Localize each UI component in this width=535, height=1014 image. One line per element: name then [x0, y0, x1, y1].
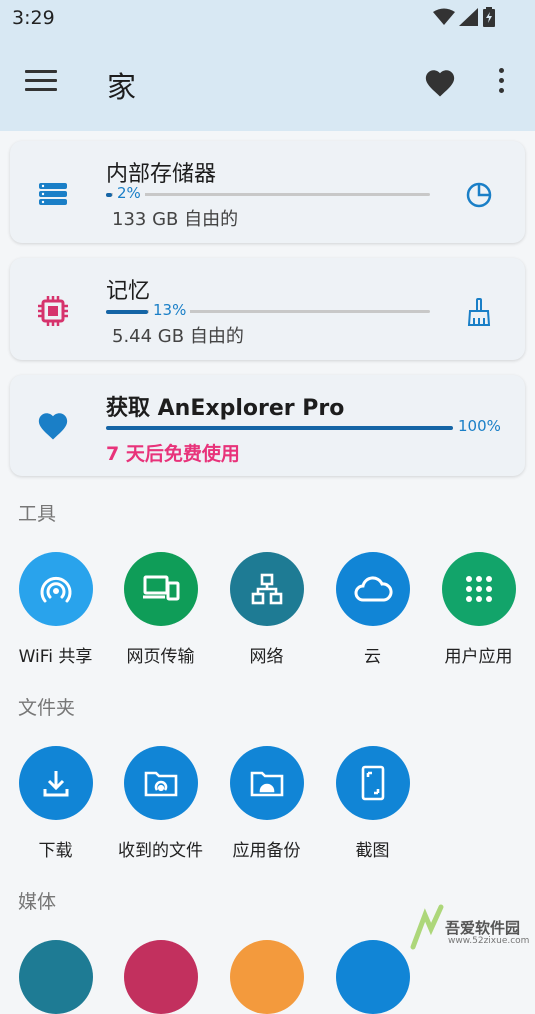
status-time: 3:29 — [12, 7, 55, 29]
pro-trial-text: 7 天后免费使用 — [106, 443, 240, 465]
folder-app-backup[interactable]: 应用备份 — [214, 746, 319, 861]
android-folder-icon — [229, 746, 304, 820]
media-item-partial[interactable] — [230, 940, 304, 1014]
cloud-icon — [335, 552, 410, 626]
status-icons — [433, 7, 495, 27]
section-folders: 文件夹 — [18, 697, 76, 719]
storage-percent: 2% — [113, 184, 145, 202]
memory-progress-fill — [106, 310, 148, 314]
wifi-share-icon — [18, 552, 93, 626]
tool-network[interactable]: 网络 — [214, 552, 319, 667]
folder-received[interactable]: 收到的文件 — [108, 746, 213, 861]
folder-label: 下载 — [38, 841, 73, 861]
tool-label: 网页传输 — [126, 647, 195, 667]
watermark-text: 吾爱软件园 — [445, 919, 521, 937]
battery-icon — [483, 7, 495, 27]
heart-icon[interactable] — [423, 66, 457, 100]
heart-icon — [38, 413, 68, 440]
folder-label: 截图 — [355, 841, 390, 861]
cell-signal-icon — [459, 8, 478, 26]
media-item-partial[interactable] — [124, 940, 198, 1014]
storage-free: 133 GB 自由的 — [112, 209, 239, 230]
tool-cloud[interactable]: 云 — [320, 552, 425, 667]
download-icon — [18, 746, 93, 820]
folder-label: 收到的文件 — [118, 841, 203, 861]
received-folder-icon — [123, 746, 198, 820]
storage-icon — [39, 183, 67, 205]
tool-user-apps[interactable]: 用户应用 — [426, 552, 531, 667]
tool-label: 云 — [364, 647, 381, 667]
storage-progress-fill — [106, 193, 112, 197]
memory-free: 5.44 GB 自由的 — [112, 326, 244, 347]
folder-screenshots[interactable]: 截图 — [320, 746, 425, 861]
devices-icon — [123, 552, 198, 626]
pro-card[interactable]: 获取 AnExplorer Pro 100% 7 天后免费使用 — [10, 375, 525, 476]
memory-card[interactable]: 记忆 13% 5.44 GB 自由的 — [10, 258, 525, 360]
section-tools: 工具 — [18, 503, 57, 525]
media-item-partial[interactable] — [336, 940, 410, 1014]
wifi-signal-icon — [433, 8, 455, 25]
menu-button[interactable] — [25, 70, 57, 96]
folder-label: 应用备份 — [232, 841, 301, 861]
more-options-icon[interactable] — [496, 68, 506, 100]
broom-icon[interactable] — [463, 296, 495, 328]
watermark-url: www.52zixue.com — [448, 936, 530, 946]
chip-icon — [38, 296, 68, 326]
pro-title: 获取 AnExplorer Pro — [106, 396, 345, 421]
pie-chart-icon[interactable] — [463, 179, 495, 211]
apps-grid-icon — [441, 552, 516, 626]
network-icon — [229, 552, 304, 626]
media-item-partial[interactable] — [19, 940, 93, 1014]
screenshot-icon — [335, 746, 410, 820]
storage-card[interactable]: 内部存储器 2% 133 GB 自由的 — [10, 141, 525, 243]
tool-label: 用户应用 — [444, 647, 513, 667]
tool-wifi-share[interactable]: WiFi 共享 — [3, 552, 108, 667]
memory-percent: 13% — [149, 301, 191, 319]
memory-title: 记忆 — [106, 279, 151, 304]
pro-percent: 100% — [458, 417, 501, 435]
tool-label: 网络 — [249, 647, 284, 667]
page-title: 家 — [107, 70, 137, 104]
hamburger-icon — [25, 70, 57, 73]
memory-progress: 13% — [106, 301, 430, 319]
tool-label: WiFi 共享 — [18, 647, 93, 667]
pro-progress-fill — [106, 426, 453, 430]
section-media: 媒体 — [18, 891, 57, 913]
storage-progress: 2% — [106, 184, 430, 202]
folder-download[interactable]: 下载 — [3, 746, 108, 861]
tool-web-transfer[interactable]: 网页传输 — [108, 552, 213, 667]
app-bar: 3:29 家 — [0, 0, 535, 131]
